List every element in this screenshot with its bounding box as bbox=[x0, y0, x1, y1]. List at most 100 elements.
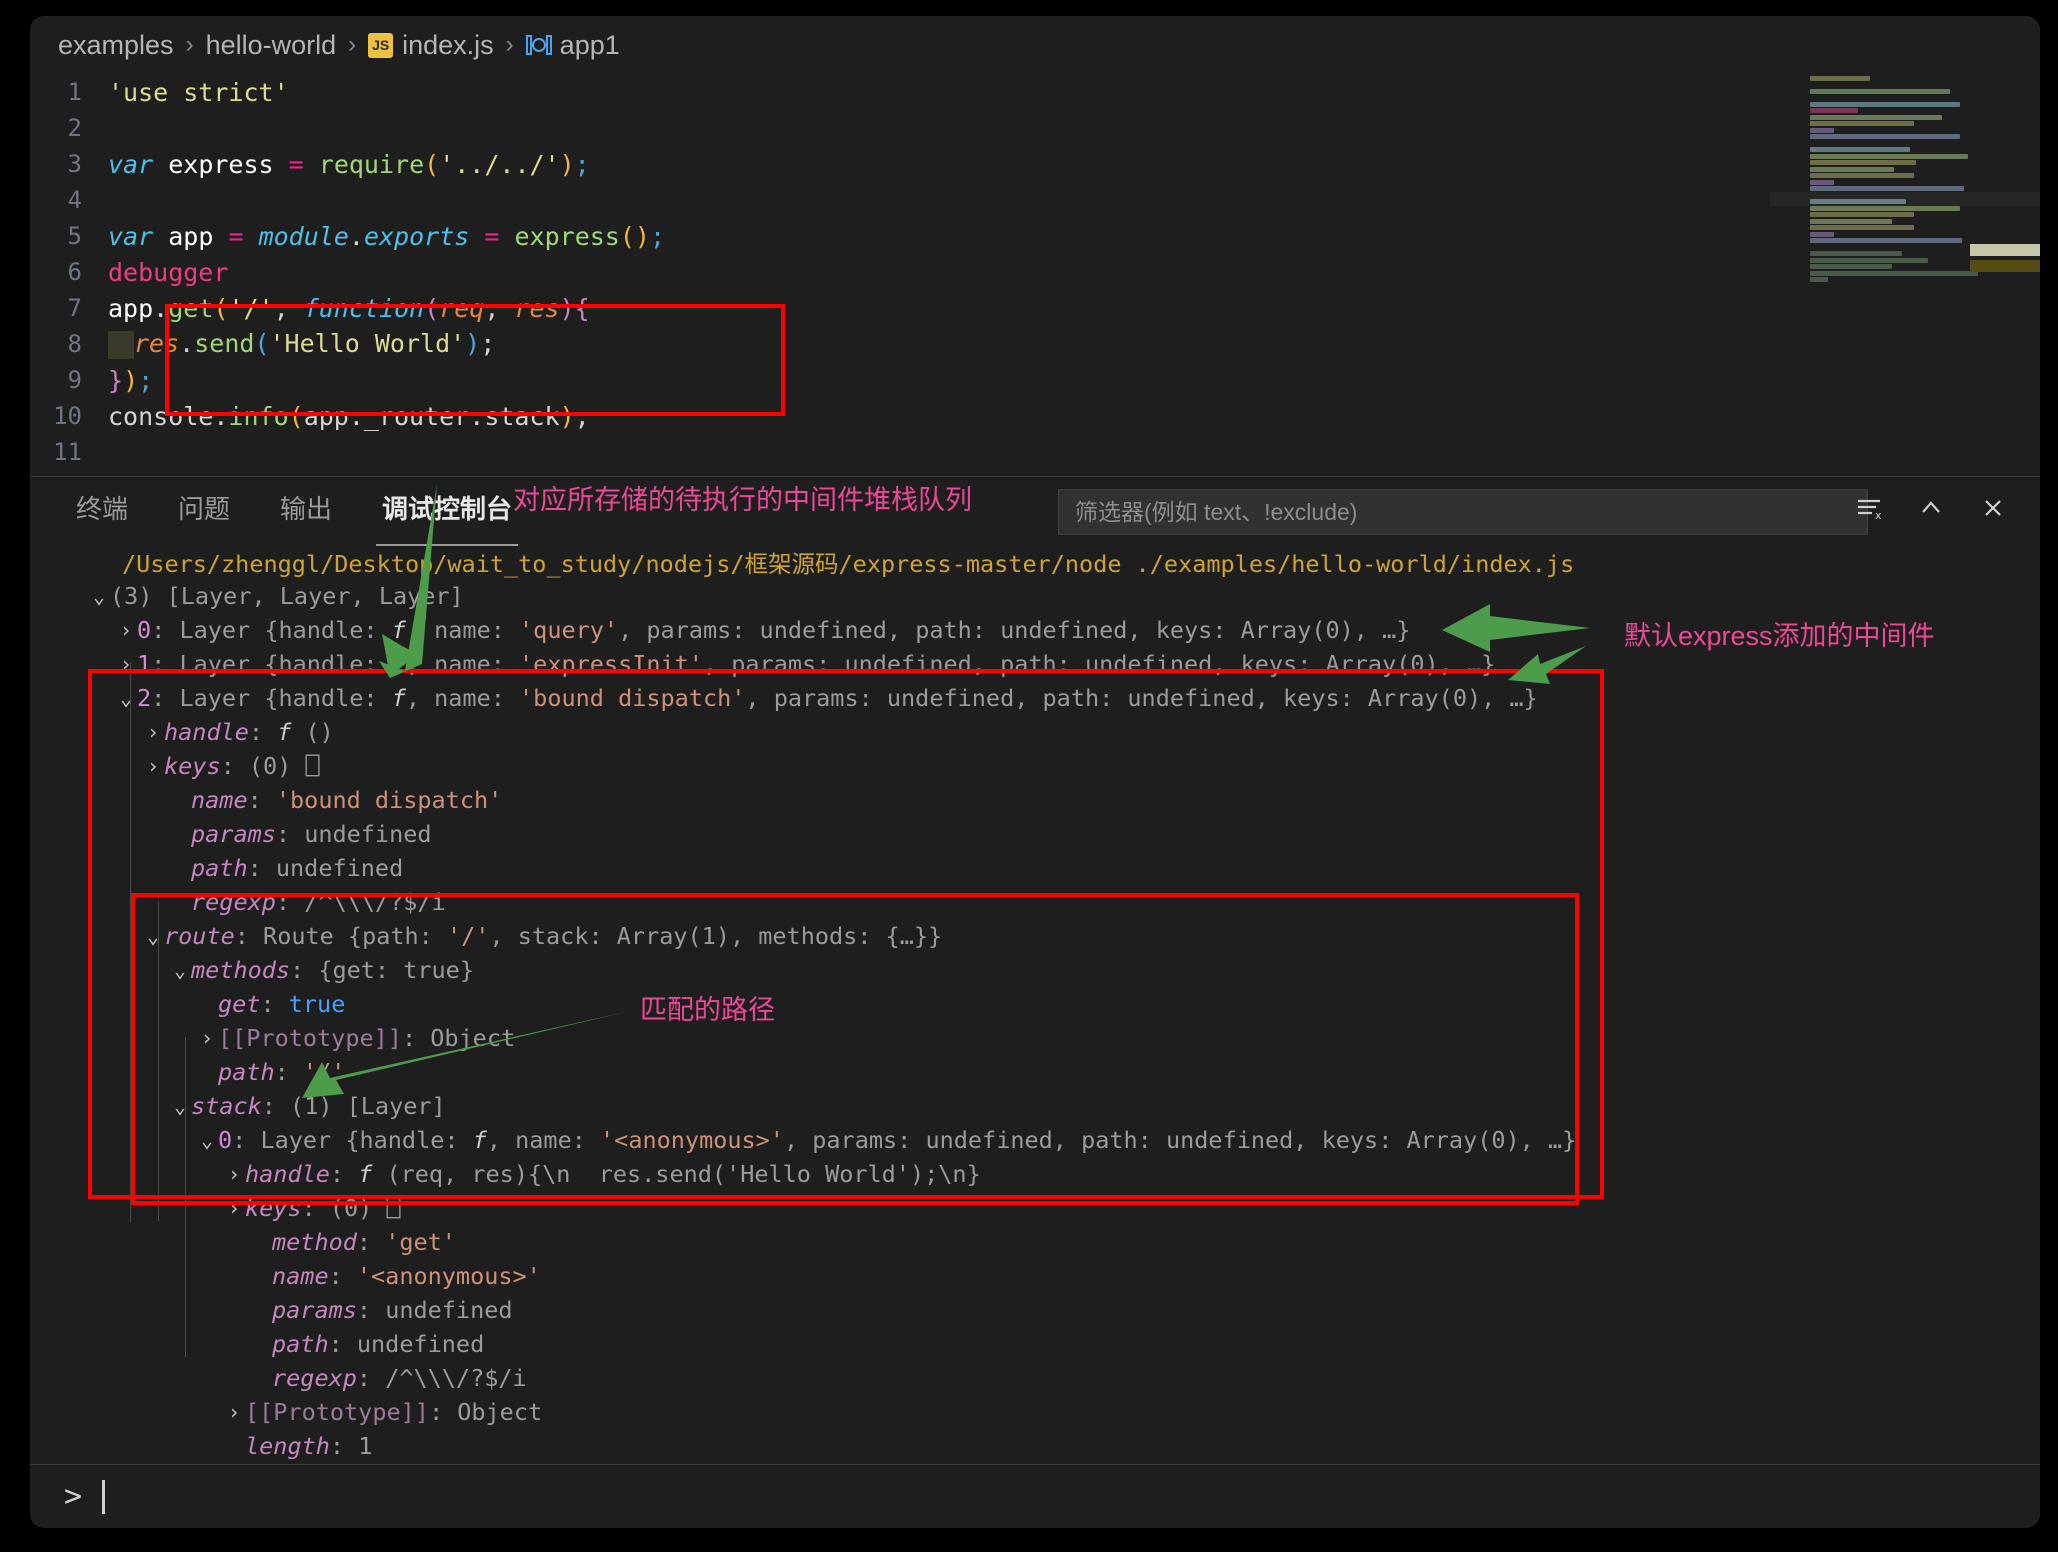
tab-output[interactable]: 输出 bbox=[278, 481, 334, 536]
console-token: [[Prototype]] bbox=[245, 1398, 429, 1426]
console-token: path bbox=[272, 1330, 329, 1358]
code-content[interactable]: 1 'use strict' 2 3 var express = require… bbox=[30, 74, 2040, 470]
chevron-down-icon[interactable]: ⌄ bbox=[169, 958, 191, 982]
console-token: 'bound dispatch' bbox=[519, 684, 746, 712]
prompt-chevron-icon: > bbox=[64, 1479, 83, 1514]
tab-terminal[interactable]: 终端 bbox=[74, 481, 130, 536]
console-line[interactable]: params: undefined bbox=[30, 1293, 2040, 1327]
chevron-down-icon[interactable]: ⌄ bbox=[142, 924, 164, 948]
chevron-right-icon[interactable]: › bbox=[115, 652, 137, 676]
console-token: : bbox=[328, 1262, 357, 1290]
console-line[interactable]: › keys: (0) ⎕ bbox=[30, 1191, 2040, 1225]
tab-problems[interactable]: 问题 bbox=[176, 481, 232, 536]
code-line[interactable]: 10 console.info(app._router.stack); bbox=[30, 398, 2040, 434]
console-line[interactable]: method: 'get' bbox=[30, 1225, 2040, 1259]
console-token: (3) [Layer, Layer, Layer] bbox=[110, 582, 464, 610]
code-line[interactable]: 4 bbox=[30, 182, 2040, 218]
console-line[interactable]: path: '/' bbox=[30, 1055, 2040, 1089]
console-line[interactable]: get: true bbox=[30, 987, 2040, 1021]
minimap-slider[interactable] bbox=[1770, 192, 2040, 206]
console-token: : (0) ⎕ bbox=[301, 1194, 401, 1222]
console-token: '<anonymous>' bbox=[600, 1126, 784, 1154]
line-text: 'use strict' bbox=[108, 77, 289, 107]
console-token: name bbox=[272, 1262, 329, 1290]
breadcrumb-item-examples[interactable]: examples bbox=[58, 30, 174, 61]
console-line[interactable]: › 1: Layer {handle: f, name: 'expressInit… bbox=[30, 647, 2040, 681]
chevron-down-icon[interactable]: ⌄ bbox=[115, 686, 137, 710]
console-token: : bbox=[151, 650, 180, 678]
tree-guide bbox=[158, 901, 159, 1221]
breadcrumb-item-app1[interactable]: app1 bbox=[560, 30, 620, 61]
filter-input-wrapper[interactable] bbox=[1058, 489, 1868, 535]
console-line[interactable]: ⌄ stack: (1) [Layer] bbox=[30, 1089, 2040, 1123]
debug-console-output[interactable]: /Users/zhenggl/Desktop/wait_to_study/nod… bbox=[30, 539, 2040, 1464]
code-line[interactable]: 1 'use strict' bbox=[30, 74, 2040, 110]
close-panel-icon[interactable] bbox=[1976, 491, 2010, 525]
console-line[interactable]: › [[Prototype]]: Object bbox=[30, 1021, 2040, 1055]
code-line[interactable]: 3 var express = require('../../'); bbox=[30, 146, 2040, 182]
code-line[interactable]: 2 bbox=[30, 110, 2040, 146]
console-token: path bbox=[218, 1058, 275, 1086]
collapse-panel-icon[interactable] bbox=[1914, 491, 1948, 525]
console-token: : bbox=[234, 922, 264, 950]
tree-guide bbox=[185, 1037, 186, 1357]
console-token: (req, res){\n res.send('Hello World');\n… bbox=[372, 1160, 981, 1188]
console-token: : bbox=[274, 1058, 303, 1086]
code-line[interactable]: 11 bbox=[30, 434, 2040, 470]
chevron-right-icon[interactable]: › bbox=[223, 1162, 245, 1186]
console-token: : bbox=[356, 1364, 386, 1392]
breadcrumb-item-index-js[interactable]: index.js bbox=[402, 30, 494, 61]
editor-minimap[interactable] bbox=[1770, 74, 2040, 476]
debug-console-input-row[interactable]: > bbox=[30, 1464, 2040, 1528]
console-line[interactable]: length: 1 bbox=[30, 1429, 2040, 1463]
console-token: keys bbox=[245, 1194, 302, 1222]
clear-console-icon[interactable]: x bbox=[1852, 491, 1886, 525]
console-line[interactable]: ⌄ (3) [Layer, Layer, Layer] bbox=[30, 579, 2040, 613]
console-line[interactable]: › [[Prototype]]: Object bbox=[30, 1395, 2040, 1429]
chevron-right-icon[interactable]: › bbox=[196, 1026, 218, 1050]
code-line[interactable]: 5 var app = module.exports = express(); bbox=[30, 218, 2040, 254]
chevron-down-icon[interactable]: ⌄ bbox=[169, 1094, 191, 1118]
chevron-right-icon[interactable]: › bbox=[142, 754, 164, 778]
minimap-marker bbox=[1970, 244, 2040, 256]
console-line[interactable]: ⌄ 2: Layer {handle: f, name: 'bound dispa… bbox=[30, 681, 2040, 715]
filter-input[interactable] bbox=[1075, 498, 1851, 526]
console-token: 0 bbox=[137, 616, 152, 644]
breadcrumb-separator: › bbox=[348, 31, 357, 58]
console-line[interactable]: regexp: /^\\\/?$/i bbox=[30, 1361, 2040, 1395]
console-line[interactable]: name: '<anonymous>' bbox=[30, 1259, 2040, 1293]
console-line[interactable]: › handle: f (req, res){\n res.send('Hello… bbox=[30, 1157, 2040, 1191]
console-token: : bbox=[329, 1160, 359, 1188]
console-line[interactable]: › 0: Layer {handle: f, name: 'query', par… bbox=[30, 613, 2040, 647]
console-line[interactable]: path: undefined bbox=[30, 851, 2040, 885]
console-line[interactable]: ⌄ route: Route {path: '/', stack: Array(1… bbox=[30, 919, 2040, 953]
console-line[interactable]: regexp: /^\\\/?$/i bbox=[30, 885, 2040, 919]
console-line[interactable]: › handle: f () bbox=[30, 715, 2040, 749]
code-line[interactable]: 6 debugger bbox=[30, 254, 2040, 290]
chevron-right-icon[interactable]: › bbox=[223, 1196, 245, 1220]
console-line[interactable]: › keys: (0) ⎕ bbox=[30, 749, 2040, 783]
chevron-right-icon[interactable]: › bbox=[223, 1400, 245, 1424]
panel-toolbar: 终端 问题 输出 调试控制台 x bbox=[30, 477, 2040, 546]
code-line[interactable]: 9 }); bbox=[30, 362, 2040, 398]
console-line[interactable]: path: undefined bbox=[30, 1327, 2040, 1361]
tab-debug-console[interactable]: 调试控制台 bbox=[376, 481, 519, 546]
chevron-right-icon[interactable]: › bbox=[115, 618, 137, 642]
console-line[interactable]: ⌄ methods: {get: true} bbox=[30, 953, 2040, 987]
console-line[interactable]: name: 'bound dispatch' bbox=[30, 783, 2040, 817]
chevron-right-icon[interactable]: › bbox=[142, 720, 164, 744]
console-run-command: /Users/zhenggl/Desktop/wait_to_study/nod… bbox=[30, 545, 2040, 579]
code-line[interactable]: 7 app.get('/', function(req, res){ bbox=[30, 290, 2040, 326]
code-line[interactable]: 8 res.send('Hello World'); bbox=[30, 326, 2040, 362]
console-line[interactable]: params: undefined bbox=[30, 817, 2040, 851]
chevron-down-icon[interactable]: ⌄ bbox=[196, 1128, 218, 1152]
chevron-down-icon[interactable]: ⌄ bbox=[88, 584, 110, 608]
breadcrumb[interactable]: examples › hello-world › JS index.js › a… bbox=[30, 16, 2040, 74]
breadcrumb-item-hello-world[interactable]: hello-world bbox=[206, 30, 337, 61]
console-line[interactable]: ⌄ 0: Layer {handle: f, name: '<anonymous>… bbox=[30, 1123, 2040, 1157]
